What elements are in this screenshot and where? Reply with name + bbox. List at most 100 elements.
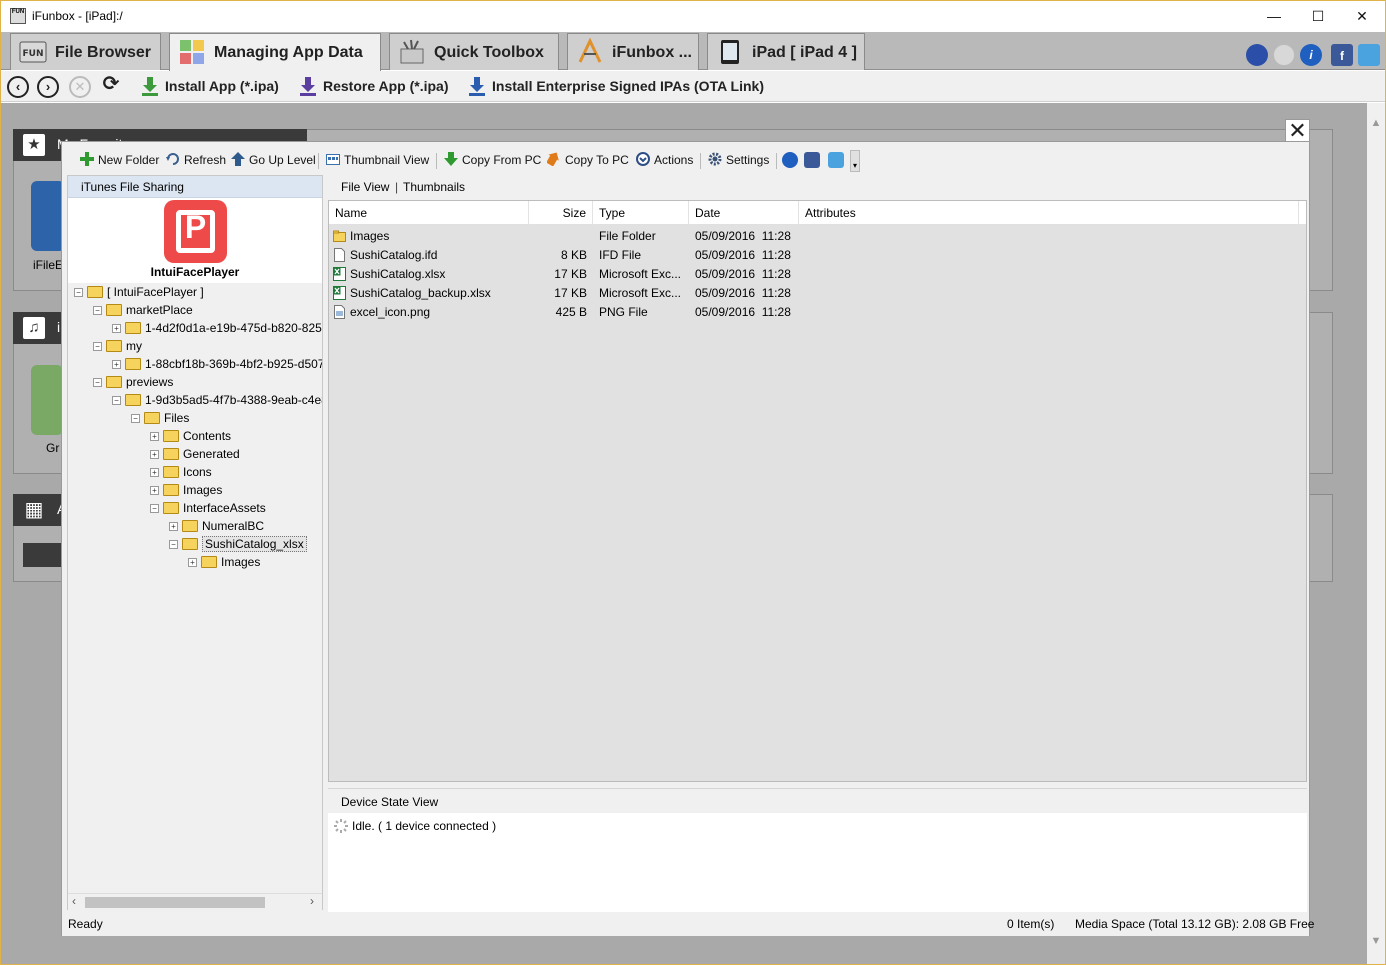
column-attributes[interactable]: Attributes bbox=[799, 201, 1299, 225]
expand-icon[interactable]: + bbox=[112, 360, 121, 369]
info-icon[interactable]: i bbox=[1300, 44, 1322, 66]
column-date[interactable]: Date bbox=[689, 201, 799, 225]
toolbar-overflow-chevron-icon[interactable]: ▾ bbox=[850, 150, 860, 172]
tree-node[interactable]: − my bbox=[93, 339, 142, 357]
file-row[interactable]: excel_icon.png 425 B PNG File 05/09/2016 11… bbox=[329, 303, 1306, 322]
collapse-icon[interactable]: − bbox=[112, 396, 121, 405]
tree-node[interactable]: − marketPlace bbox=[93, 303, 193, 321]
close-window-button[interactable]: ✕ bbox=[1339, 1, 1385, 31]
expand-icon[interactable]: + bbox=[112, 324, 121, 333]
thumbnail-icon bbox=[326, 154, 340, 165]
tree-node[interactable]: + Icons bbox=[150, 465, 212, 483]
tree-node[interactable]: − 1-9d3b5ad5-4f7b-4388-9eab-c4e8 bbox=[112, 393, 322, 411]
file-row[interactable]: SushiCatalog.xlsx 17 KB Microsoft Exc... 05… bbox=[329, 265, 1306, 284]
folder-tree: −[ IntuiFacePlayer ] − marketPlace +1-4d2f0… bbox=[68, 283, 322, 893]
column-size[interactable]: Size bbox=[529, 201, 593, 225]
tree-node[interactable]: + Images bbox=[150, 483, 222, 501]
twitter-icon[interactable] bbox=[828, 152, 844, 168]
column-name[interactable]: Name bbox=[329, 201, 529, 225]
facebook-icon[interactable]: f bbox=[1331, 44, 1353, 66]
forward-button[interactable]: › bbox=[37, 76, 59, 98]
scroll-down-icon[interactable]: ▼ bbox=[1370, 935, 1382, 947]
scroll-up-icon[interactable]: ▲ bbox=[1370, 117, 1382, 129]
main-vertical-scrollbar[interactable]: ▲ ▼ bbox=[1367, 103, 1385, 964]
copy-to-pc-button[interactable]: Copy To PC bbox=[547, 152, 629, 170]
green-app-icon[interactable] bbox=[31, 365, 63, 435]
settings-button[interactable]: Settings bbox=[708, 152, 769, 170]
tab-managing-app-data[interactable]: Managing App Data bbox=[169, 33, 381, 71]
expand-icon[interactable]: + bbox=[150, 432, 159, 441]
facebook-icon[interactable] bbox=[804, 152, 820, 168]
tree-node-label: 1-9d3b5ad5-4f7b-4388-9eab-c4e8 bbox=[145, 393, 322, 407]
tree-node[interactable]: + NumeralBC bbox=[169, 519, 264, 537]
install-enterprise-label: Install Enterprise Signed IPAs (OTA Link… bbox=[492, 78, 765, 94]
file-view-tab[interactable]: File View bbox=[341, 180, 389, 194]
collapse-icon[interactable]: − bbox=[93, 306, 102, 315]
tab-label: iFunbox ... bbox=[612, 44, 692, 61]
tree-node[interactable]: − previews bbox=[93, 375, 173, 393]
minimize-button[interactable]: — bbox=[1251, 1, 1297, 31]
collapse-icon[interactable]: − bbox=[93, 378, 102, 387]
tree-node-label: SushiCatalog_xlsx bbox=[202, 536, 307, 552]
tree-node[interactable]: − SushiCatalog_xlsx bbox=[169, 536, 307, 555]
install-enterprise-button[interactable]: Install Enterprise Signed IPAs (OTA Link… bbox=[468, 76, 764, 98]
tree-node[interactable]: +1-88cbf18b-369b-4bf2-b925-d507 bbox=[112, 357, 322, 375]
column-type[interactable]: Type bbox=[593, 201, 689, 225]
collapse-icon[interactable]: − bbox=[93, 342, 102, 351]
expand-icon[interactable]: + bbox=[150, 468, 159, 477]
expand-icon[interactable]: + bbox=[188, 558, 197, 567]
new-folder-button[interactable]: New Folder bbox=[80, 152, 159, 170]
tree-node-label: [ IntuiFacePlayer ] bbox=[107, 285, 204, 299]
expand-icon[interactable]: + bbox=[150, 450, 159, 459]
tree-node[interactable]: − Files bbox=[131, 411, 189, 429]
sync-icon[interactable] bbox=[1273, 44, 1295, 66]
expand-icon[interactable]: + bbox=[169, 522, 178, 531]
scroll-thumb[interactable] bbox=[85, 897, 265, 908]
tree-horizontal-scrollbar[interactable]: ‹ › bbox=[68, 893, 322, 910]
tab-file-browser[interactable]: FUN File Browser bbox=[10, 33, 161, 70]
collapse-icon[interactable]: − bbox=[150, 504, 159, 513]
collapse-icon[interactable]: − bbox=[74, 288, 83, 297]
restore-app-button[interactable]: Restore App (*.ipa) bbox=[299, 76, 449, 98]
twitter-icon[interactable] bbox=[1358, 44, 1380, 66]
stop-button[interactable]: ✕ bbox=[69, 76, 91, 98]
tree-node[interactable]: − InterfaceAssets bbox=[150, 501, 266, 519]
go-up-level-button[interactable]: Go Up Level bbox=[231, 152, 316, 170]
copy-from-pc-button[interactable]: Copy From PC bbox=[444, 152, 541, 170]
install-app-button[interactable]: Install App (*.ipa) bbox=[141, 76, 279, 98]
tab-ifunbox[interactable]: iFunbox ... bbox=[567, 33, 699, 70]
tree-node[interactable]: + Images bbox=[188, 555, 260, 573]
tree-node[interactable]: + Contents bbox=[150, 429, 231, 447]
tab-quick-toolbox[interactable]: Quick Toolbox bbox=[389, 33, 559, 70]
scroll-right-icon[interactable]: › bbox=[310, 894, 314, 908]
tree-node[interactable]: +1-4d2f0d1a-e19b-475d-b820-825 bbox=[112, 321, 322, 339]
thumbnails-tab[interactable]: Thumbnails bbox=[403, 180, 465, 194]
tree-node[interactable]: − [ IntuiFacePlayer ] bbox=[74, 285, 204, 303]
thumbnail-view-button[interactable]: Thumbnail View bbox=[326, 152, 429, 170]
file-type: Microsoft Exc... bbox=[599, 286, 682, 300]
status-media-space: Media Space (Total 13.12 GB): 2.08 GB Fr… bbox=[1075, 917, 1315, 931]
tab-ipad[interactable]: iPad [ iPad 4 ] bbox=[707, 33, 865, 70]
tab-separator: | bbox=[395, 180, 399, 194]
maximize-button[interactable]: ☐ bbox=[1295, 1, 1341, 31]
file-row[interactable]: SushiCatalog.ifd 8 KB IFD File 05/09/2016 1… bbox=[329, 246, 1306, 265]
actions-button[interactable]: Actions bbox=[636, 152, 693, 170]
tree-node-label: Images bbox=[221, 555, 261, 569]
enterprise-download-icon bbox=[469, 77, 485, 96]
file-row[interactable]: SushiCatalog_backup.xlsx 17 KB Microsoft E… bbox=[329, 284, 1306, 303]
back-button[interactable]: ‹ bbox=[7, 76, 29, 98]
info-icon[interactable] bbox=[782, 152, 798, 168]
expand-icon[interactable]: + bbox=[150, 486, 159, 495]
scroll-left-icon[interactable]: ‹ bbox=[72, 894, 76, 908]
folder-icon bbox=[106, 376, 122, 388]
collapse-icon[interactable]: − bbox=[169, 540, 178, 549]
collapse-icon[interactable]: − bbox=[131, 414, 140, 423]
folder-icon bbox=[87, 286, 103, 298]
file-row[interactable]: Images File Folder 05/09/2016 11:28 bbox=[329, 227, 1306, 246]
restore-app-label: Restore App (*.ipa) bbox=[323, 78, 449, 94]
ifile-app-icon[interactable] bbox=[31, 181, 65, 251]
refresh-button[interactable]: Refresh bbox=[166, 152, 226, 170]
tree-node[interactable]: + Generated bbox=[150, 447, 240, 465]
globe-icon[interactable] bbox=[1246, 44, 1268, 66]
reload-button[interactable]: ⟳ bbox=[100, 74, 122, 98]
